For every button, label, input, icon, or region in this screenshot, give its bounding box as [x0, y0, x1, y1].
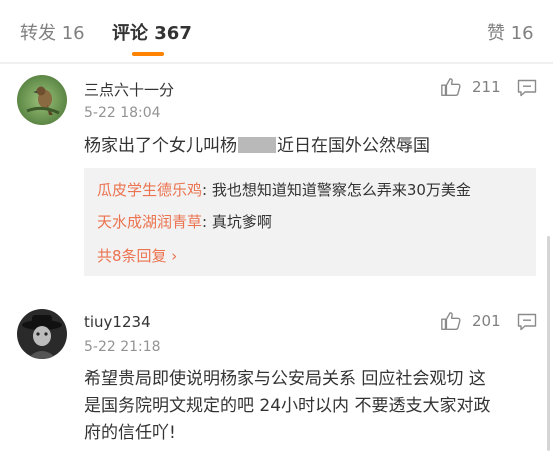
comment-text-line: 府的信任吖!: [84, 423, 176, 443]
comment-text-part: 近日在国外公然辱国: [277, 136, 430, 156]
comment-text-part: 杨家出了个女儿叫杨: [84, 136, 237, 156]
comment-text-line: 希望贵局即使说明杨家与公安局关系 回应社会观切 这: [84, 369, 486, 389]
comment-text: 希望贵局即使说明杨家与公安局关系 回应社会观切 这 是国务院明文规定的吧 24小…: [84, 366, 544, 447]
reply-author[interactable]: 天水成湖润青草: [97, 213, 202, 231]
like-count: 211: [472, 78, 501, 96]
replies-box[interactable]: 瓜皮学生德乐鸡: 我也想知道知道警察怎么弄来30万美金 天水成湖润青草: 真坑爹…: [84, 168, 536, 276]
bird-avatar-icon: [17, 75, 67, 125]
like-count: 201: [472, 312, 501, 330]
avatar[interactable]: [17, 309, 67, 359]
tab-comments[interactable]: 评论 367: [112, 19, 192, 45]
like-icon[interactable]: [440, 310, 462, 332]
comment-timestamp: 5-22 18:04: [84, 105, 161, 121]
avatar[interactable]: [17, 75, 67, 125]
comment-username[interactable]: tiuy1234: [84, 313, 151, 331]
tab-likes[interactable]: 赞 16: [487, 19, 534, 45]
view-all-replies-link[interactable]: 共8条回复 ›: [97, 245, 177, 266]
reply-text: : 真坑爹啊: [202, 213, 272, 231]
reply-item: 天水成湖润青草: 真坑爹啊: [97, 211, 272, 232]
comment-text: 杨家出了个女儿叫杨 近日在国外公然辱国: [84, 133, 430, 160]
tab-repost[interactable]: 转发 16: [20, 19, 85, 45]
like-icon[interactable]: [440, 76, 462, 98]
hat-person-avatar-icon: [17, 309, 67, 359]
comment-timestamp: 5-22 21:18: [84, 339, 161, 355]
reply-item: 瓜皮学生德乐鸡: 我也想知道知道警察怎么弄来30万美金: [97, 179, 471, 200]
scrollbar[interactable]: [547, 236, 550, 451]
reply-author[interactable]: 瓜皮学生德乐鸡: [97, 181, 202, 199]
comment-username[interactable]: 三点六十一分: [84, 79, 174, 100]
comment-more-icon[interactable]: [517, 313, 537, 331]
active-tab-indicator: [132, 52, 164, 56]
tab-divider: [0, 62, 553, 64]
comment-tab-bar: 转发 16 评论 367 赞 16: [0, 0, 553, 62]
reply-text: : 我也想知道知道警察怎么弄来30万美金: [202, 181, 471, 199]
comment-text-line: 是国务院明文规定的吧 24小时以内 不要透支大家对政: [84, 396, 491, 416]
comment-more-icon[interactable]: [517, 79, 537, 97]
redacted-mask: [238, 137, 276, 153]
